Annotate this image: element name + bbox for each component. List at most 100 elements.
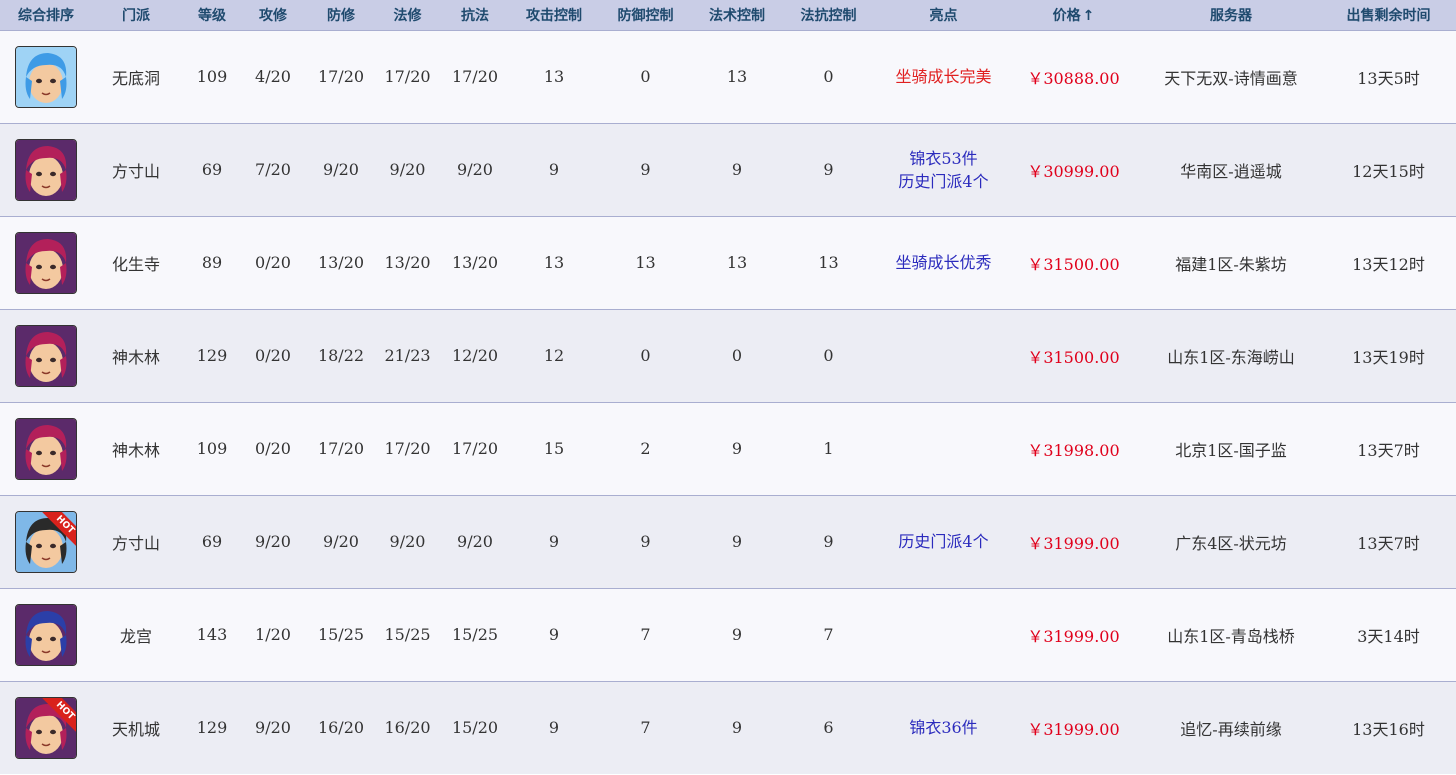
avatar[interactable] — [15, 603, 77, 666]
avatar-cell — [0, 588, 92, 681]
cell-atk-cult: 0/20 — [255, 253, 291, 272]
cell-mag-ctrl: 9 — [731, 625, 743, 644]
cell-atk-cult: 7/20 — [255, 160, 291, 179]
cell-res-cult: 12/20 — [451, 346, 499, 365]
highlight-tag: 历史门派4个 — [898, 532, 989, 551]
red-hair-male-avatar-icon — [16, 232, 76, 293]
table-row[interactable]: 神木林 129 0/20 18/22 21/23 12/20 12 0 0 0 ￥31500.00 山… — [0, 309, 1456, 402]
cell-atk-ctrl: 9 — [548, 532, 560, 551]
table-row[interactable]: HOT 天机城 129 9/20 16/20 16/20 15/20 9 7 9 6 锦衣36件 ￥31… — [0, 681, 1456, 774]
cell-res-ctrl: 9 — [823, 532, 834, 551]
cell-time-left: 13天7时 — [1357, 440, 1420, 460]
cell-atk-ctrl: 9 — [548, 160, 560, 179]
avatar-cell — [0, 30, 92, 123]
cell-server: 福建1区-朱紫坊 — [1175, 254, 1287, 274]
cell-def-ctrl: 13 — [635, 253, 656, 272]
cell-school: 天机城 — [111, 719, 160, 739]
cell-price: ￥31998.00 — [1027, 440, 1120, 460]
cell-school: 方寸山 — [111, 533, 160, 553]
cell-level: 129 — [196, 718, 228, 738]
header-school: 门派 — [122, 7, 150, 24]
header-time-left-sort[interactable]: 出售剩余时间 — [1321, 0, 1456, 30]
cell-def-ctrl: 9 — [640, 532, 651, 551]
cell-atk-ctrl: 15 — [543, 439, 565, 458]
cell-res-ctrl: 0 — [823, 346, 834, 365]
cell-atk-cult: 0/20 — [255, 346, 291, 365]
table-row[interactable]: 无底洞 109 4/20 17/20 17/20 17/20 13 0 13 0 坐骑成长完美 ￥30… — [0, 30, 1456, 123]
header-atk-ctrl: 攻击控制 — [526, 7, 582, 24]
cell-def-ctrl: 7 — [640, 718, 651, 738]
table-row[interactable]: 化生寺 89 0/20 13/20 13/20 13/20 13 13 13 13 坐骑成长优秀 ￥3… — [0, 216, 1456, 309]
cell-atk-ctrl: 9 — [548, 718, 560, 738]
avatar-cell — [0, 123, 92, 216]
header-price-sort[interactable]: 价格 ↑ — [1006, 0, 1141, 30]
avatar[interactable] — [15, 417, 77, 480]
cell-mag-cult: 17/20 — [384, 67, 431, 86]
cell-highlights: 锦衣36件 — [881, 681, 1006, 774]
red-hair-male-avatar-icon — [16, 418, 76, 479]
cell-mag-cult: 9/20 — [389, 532, 426, 551]
cell-price: ￥30999.00 — [1027, 161, 1120, 181]
cell-level: 69 — [201, 532, 223, 551]
cell-price: ￥31999.00 — [1027, 719, 1120, 739]
header-server: 服务器 — [1210, 7, 1252, 24]
cell-res-cult: 13/20 — [451, 253, 499, 272]
cell-def-cult: 13/20 — [317, 253, 365, 272]
cell-server: 山东1区-青岛栈桥 — [1167, 626, 1295, 646]
header-def-cult: 防修 — [327, 7, 355, 24]
cell-school: 方寸山 — [111, 161, 160, 181]
cell-res-cult: 9/20 — [457, 160, 493, 179]
cell-server: 天下无双-诗情画意 — [1164, 68, 1298, 88]
cell-mag-cult: 9/20 — [389, 160, 426, 179]
cell-def-ctrl: 7 — [640, 625, 651, 644]
cell-def-cult: 18/22 — [317, 346, 365, 365]
cell-time-left: 13天19时 — [1352, 347, 1425, 367]
table-row[interactable]: 神木林 109 0/20 17/20 17/20 17/20 15 2 9 1 ￥31998.00 北… — [0, 402, 1456, 495]
cell-res-cult: 17/20 — [451, 67, 499, 86]
table-header-row: 综合排序 门派 等级 攻修 防修 法修 抗法 攻击控制 防御控制 法术控制 法抗… — [0, 0, 1456, 30]
cell-mag-ctrl: 9 — [731, 160, 743, 179]
avatar[interactable]: HOT — [15, 696, 77, 759]
avatar[interactable] — [15, 324, 77, 387]
header-rank-sort[interactable]: 综合排序 — [0, 0, 92, 30]
avatar[interactable]: HOT — [15, 510, 77, 573]
header-mag-ctrl: 法术控制 — [709, 7, 765, 24]
header-def-ctrl: 防御控制 — [617, 7, 674, 24]
cell-def-cult: 16/20 — [317, 718, 365, 738]
table-row[interactable]: 龙宫 143 1/20 15/25 15/25 15/25 9 7 9 7 ￥31999.00 山东1… — [0, 588, 1456, 681]
cell-time-left: 13天16时 — [1352, 719, 1425, 739]
table-row[interactable]: HOT 方寸山 69 9/20 9/20 9/20 9/20 9 9 9 9 历史门派4个 ￥31999… — [0, 495, 1456, 588]
cell-def-cult: 9/20 — [323, 160, 359, 179]
header-price-label: 价格 — [1052, 7, 1081, 24]
cell-mag-cult: 15/25 — [384, 625, 431, 644]
cell-mag-ctrl: 13 — [726, 67, 748, 86]
avatar[interactable] — [15, 231, 77, 294]
sort-up-arrow-icon: ↑ — [1082, 7, 1095, 24]
cell-res-ctrl: 1 — [823, 439, 834, 458]
cell-def-cult: 17/20 — [317, 439, 365, 458]
cell-level: 89 — [201, 253, 223, 272]
cell-def-ctrl: 9 — [640, 160, 651, 179]
header-res-ctrl: 法抗控制 — [800, 7, 857, 24]
cell-price: ￥31500.00 — [1027, 347, 1120, 367]
avatar[interactable] — [15, 45, 77, 108]
cell-level: 69 — [201, 160, 223, 179]
cell-mag-cult: 16/20 — [384, 718, 431, 738]
cell-level: 129 — [196, 346, 228, 365]
cell-atk-cult: 9/20 — [255, 718, 291, 738]
cell-level: 109 — [196, 67, 228, 86]
cell-def-ctrl: 0 — [640, 67, 651, 86]
avatar[interactable] — [15, 138, 77, 201]
cell-time-left: 3天14时 — [1357, 626, 1420, 646]
cell-highlights: 坐骑成长完美 — [881, 30, 1006, 123]
cell-highlights: 锦衣53件 历史门派4个 — [881, 123, 1006, 216]
header-res-cult: 抗法 — [461, 7, 489, 24]
cell-res-ctrl: 7 — [823, 625, 834, 644]
cell-mag-cult: 13/20 — [384, 253, 431, 272]
cell-atk-cult: 1/20 — [255, 625, 291, 644]
listing-table: 综合排序 门派 等级 攻修 防修 法修 抗法 攻击控制 防御控制 法术控制 法抗… — [0, 0, 1456, 774]
avatar-cell — [0, 402, 92, 495]
cell-server: 山东1区-东海崂山 — [1167, 347, 1295, 367]
cell-highlights — [881, 402, 1006, 495]
table-row[interactable]: 方寸山 69 7/20 9/20 9/20 9/20 9 9 9 9 锦衣53件 历史门派4个 ￥309… — [0, 123, 1456, 216]
